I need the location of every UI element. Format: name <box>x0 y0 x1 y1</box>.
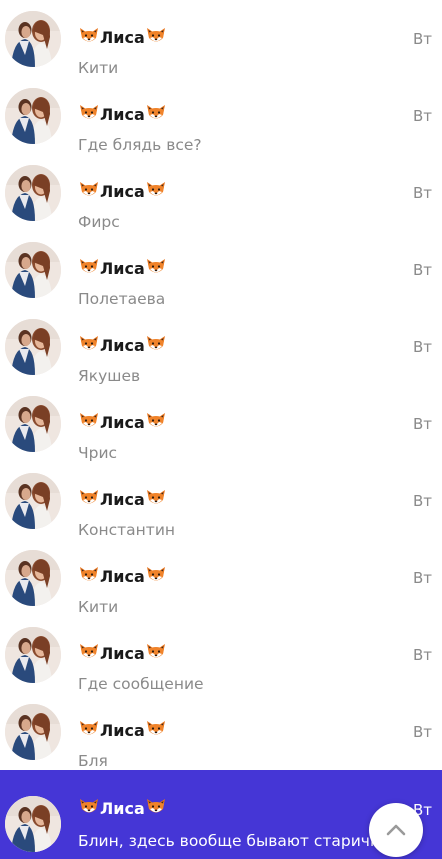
chat-item[interactable]: Лиса Вт Бля <box>0 693 442 770</box>
chat-name: Лиса <box>78 104 167 125</box>
fox-face-icon <box>145 412 167 430</box>
fox-face-icon <box>78 181 100 199</box>
chat-time: Вт <box>412 723 432 741</box>
chat-item[interactable]: Лиса Вт Чрис <box>0 385 442 462</box>
avatar <box>5 550 61 606</box>
fox-face-icon <box>78 412 100 430</box>
chat-name-text: Лиса <box>100 259 145 278</box>
chat-name-text: Лиса <box>100 721 145 740</box>
avatar <box>5 473 61 529</box>
avatar <box>5 165 61 221</box>
scroll-to-top-button[interactable] <box>369 803 423 857</box>
fox-face-icon <box>145 489 167 507</box>
fox-face-icon <box>78 104 100 122</box>
fox-face-icon <box>145 27 167 45</box>
chat-last-message: Где блядь все? <box>78 136 202 154</box>
chat-name-text: Лиса <box>100 105 145 124</box>
chat-name: Лиса <box>78 335 167 356</box>
fox-face-icon <box>145 798 167 816</box>
chat-time: Вт <box>412 184 432 202</box>
chat-name: Лиса <box>78 798 167 819</box>
chat-time: Вт <box>412 569 432 587</box>
avatar <box>5 396 61 452</box>
chat-item[interactable]: Лиса Вт Полетаева <box>0 231 442 308</box>
chat-name-text: Лиса <box>100 336 145 355</box>
fox-face-icon <box>145 258 167 276</box>
chat-item[interactable]: Лиса Вт Фирс <box>0 154 442 231</box>
fox-face-icon <box>78 335 100 353</box>
chat-name: Лиса <box>78 27 167 48</box>
avatar <box>5 88 61 144</box>
avatar <box>5 242 61 298</box>
chat-item[interactable]: Лиса Вт Кити <box>0 0 442 77</box>
fox-face-icon <box>78 798 100 816</box>
chat-name: Лиса <box>78 258 167 279</box>
chat-time: Вт <box>412 646 432 664</box>
chat-name: Лиса <box>78 720 167 741</box>
fox-face-icon <box>145 566 167 584</box>
fox-face-icon <box>78 643 100 661</box>
chat-last-message: Блин, здесь вообще бывают старички? <box>78 832 378 850</box>
chat-name-text: Лиса <box>100 182 145 201</box>
chat-name: Лиса <box>78 181 167 202</box>
avatar <box>5 11 61 67</box>
chat-name-text: Лиса <box>100 644 145 663</box>
fox-face-icon <box>78 258 100 276</box>
chat-time: Вт <box>412 492 432 510</box>
chat-time: Вт <box>412 30 432 48</box>
avatar <box>5 627 61 683</box>
chat-time: Вт <box>412 415 432 433</box>
fox-face-icon <box>78 720 100 738</box>
fox-face-icon <box>145 643 167 661</box>
chat-name: Лиса <box>78 643 167 664</box>
chat-last-message: Полетаева <box>78 290 166 308</box>
fox-face-icon <box>78 489 100 507</box>
avatar <box>5 796 61 852</box>
avatar <box>5 704 61 760</box>
chat-name: Лиса <box>78 566 167 587</box>
chat-item[interactable]: Лиса Вт Якушев <box>0 308 442 385</box>
chat-item[interactable]: Лиса Вт Кити <box>0 539 442 616</box>
chat-time: Вт <box>412 261 432 279</box>
chat-name-text: Лиса <box>100 567 145 586</box>
chat-item[interactable]: Лиса Вт Где блядь все? <box>0 77 442 154</box>
chat-time: Вт <box>412 107 432 125</box>
avatar <box>5 319 61 375</box>
chat-last-message: Бля <box>78 752 108 770</box>
chat-last-message: Кити <box>78 598 119 616</box>
chat-name: Лиса <box>78 489 167 510</box>
chat-name: Лиса <box>78 412 167 433</box>
fox-face-icon <box>145 104 167 122</box>
chat-last-message: Фирс <box>78 213 120 231</box>
fox-face-icon <box>145 720 167 738</box>
chat-name-text: Лиса <box>100 413 145 432</box>
chat-name-text: Лиса <box>100 28 145 47</box>
chat-time: Вт <box>412 338 432 356</box>
fox-face-icon <box>78 566 100 584</box>
chat-item[interactable]: Лиса Вт Константин <box>0 462 442 539</box>
chat-last-message: Якушев <box>78 367 141 385</box>
chat-name-text: Лиса <box>100 799 145 818</box>
chevron-up-icon <box>384 818 408 842</box>
chat-last-message: Константин <box>78 521 176 539</box>
fox-face-icon <box>145 181 167 199</box>
chat-list: Лиса Вт Кити Лиса Вт Где блядь все? Лиса… <box>0 0 442 859</box>
chat-name-text: Лиса <box>100 490 145 509</box>
chat-item[interactable]: Лиса Вт Где сообщение <box>0 616 442 693</box>
fox-face-icon <box>78 27 100 45</box>
chat-last-message: Чрис <box>78 444 118 462</box>
chat-last-message: Кити <box>78 59 119 77</box>
fox-face-icon <box>145 335 167 353</box>
chat-last-message: Где сообщение <box>78 675 204 693</box>
